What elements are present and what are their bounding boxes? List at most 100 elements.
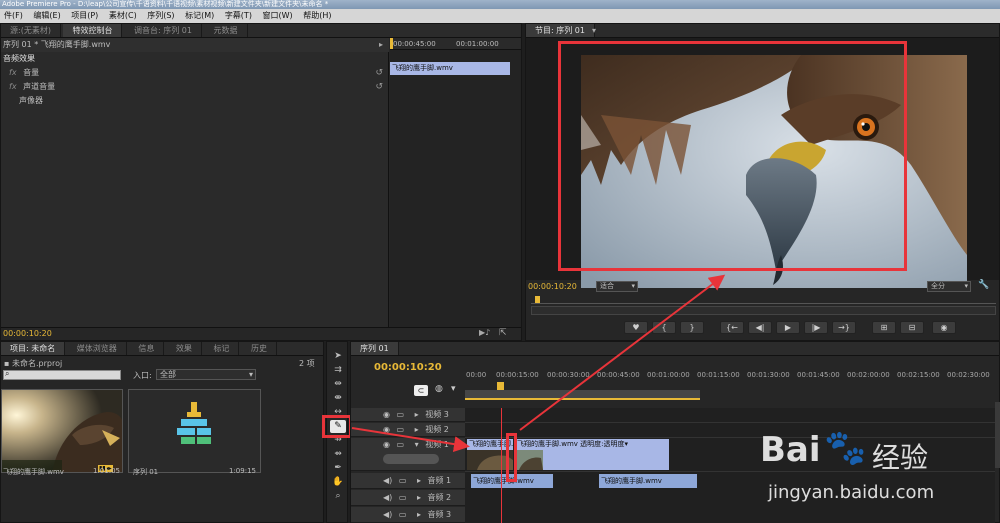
track-video-1[interactable]: ◉ ▭ ▾ 视频 1 xyxy=(351,438,465,471)
menu-window[interactable]: 窗口(W) xyxy=(259,11,297,20)
wrench-icon[interactable]: 🔧 xyxy=(978,280,989,290)
expand-arrow-icon[interactable]: ▸ xyxy=(417,476,421,485)
effect-timecode[interactable]: 00:00:10:20 xyxy=(3,329,52,338)
effect-volume[interactable]: fx 音量 ↺ xyxy=(1,66,389,80)
selection-tool-icon[interactable]: ➤ xyxy=(330,350,346,363)
project-panel: 项目: 未命名 媒体浏览器 信息 效果 标记 历史 ▪ 未命名.prproj 2… xyxy=(0,341,324,523)
tab-markers[interactable]: 标记 xyxy=(204,342,240,355)
program-tabs: 节目: 序列 01 ▾ xyxy=(526,24,999,38)
menu-title[interactable]: 字幕(T) xyxy=(221,11,256,20)
menu-clip[interactable]: 素材(C) xyxy=(105,11,141,20)
tab-media-browser[interactable]: 媒体浏览器 xyxy=(68,342,127,355)
link-icon[interactable]: ◍ xyxy=(435,384,443,394)
effect-panner[interactable]: 声像器 xyxy=(1,94,389,108)
search-input[interactable]: ⌕ xyxy=(3,369,121,380)
menu-sequence[interactable]: 序列(S) xyxy=(143,11,178,20)
tab-effect-controls[interactable]: 特效控制台 xyxy=(63,24,123,37)
menu-help[interactable]: 帮助(H) xyxy=(299,11,335,20)
playhead-marker[interactable] xyxy=(535,296,540,303)
speaker-icon[interactable]: ◀) xyxy=(383,510,392,519)
marker-button[interactable]: ♥ xyxy=(624,321,648,334)
reset-icon[interactable]: ↺ xyxy=(375,80,383,94)
export-icon[interactable]: ⇱ xyxy=(499,328,507,338)
lift-button[interactable]: ⊞ xyxy=(872,321,896,334)
playhead-marker[interactable] xyxy=(390,38,393,49)
audio-clip-2[interactable]: 飞翔的鹰手脚.wmv xyxy=(599,474,697,488)
tab-history[interactable]: 历史 xyxy=(242,342,277,355)
reset-icon[interactable]: ↺ xyxy=(375,66,383,80)
expand-arrow-icon[interactable]: ▸ xyxy=(417,510,421,519)
rolling-edit-tool-icon[interactable]: ⇼ xyxy=(330,392,346,405)
tab-metadata[interactable]: 元数据 xyxy=(205,24,248,37)
program-scrub-bar[interactable] xyxy=(531,296,996,304)
tab-effects[interactable]: 效果 xyxy=(167,342,202,355)
expand-arrow-icon[interactable]: ▸ xyxy=(379,38,383,52)
marker-icon[interactable]: ▾ xyxy=(451,384,456,394)
pen-tool-icon[interactable]: ✒ xyxy=(330,462,346,475)
tab-source[interactable]: 源:(无素材) xyxy=(1,24,61,37)
project-item-sequence[interactable] xyxy=(128,389,261,473)
track-area[interactable]: 飞翔的鹰手脚.wmv 透明度:透明度▾ 飞翔的鹰手脚.wmv 透明度:透明度▾ … xyxy=(465,408,995,523)
video-clip-2[interactable]: 飞翔的鹰手脚.wmv 透明度:透明度▾ xyxy=(515,439,669,470)
expand-arrow-icon[interactable]: ▸ xyxy=(417,493,421,502)
export-frame-button[interactable]: ◉ xyxy=(932,321,956,334)
chevron-down-icon[interactable]: ▾ xyxy=(592,26,596,35)
speaker-icon[interactable]: ◀) xyxy=(383,493,392,502)
tab-program[interactable]: 节目: 序列 01 xyxy=(526,24,595,37)
menu-marker[interactable]: 标记(M) xyxy=(181,11,218,20)
expand-arrow-icon[interactable]: ▸ xyxy=(415,425,419,434)
tab-info[interactable]: 信息 xyxy=(129,342,165,355)
keyframe-control[interactable] xyxy=(383,454,439,464)
eye-icon[interactable]: ◉ xyxy=(383,410,390,419)
menu-project[interactable]: 项目(P) xyxy=(67,11,102,20)
slide-tool-icon[interactable]: ⇴ xyxy=(330,448,346,461)
timeline-timecode[interactable]: 00:00:10:20 xyxy=(374,362,442,373)
quality-select[interactable]: 全分 ▾ xyxy=(927,281,971,292)
annotation-box xyxy=(322,415,352,438)
program-viewer[interactable] xyxy=(526,38,999,288)
extract-button[interactable]: ⊟ xyxy=(900,321,924,334)
clip-duration: 1:01:05 xyxy=(93,467,120,475)
zoom-tool-icon[interactable]: ⌕ xyxy=(330,490,346,503)
expand-arrow-icon[interactable]: ▸ xyxy=(415,410,419,419)
play-button[interactable]: ▶ xyxy=(776,321,800,334)
eye-icon[interactable]: ◉ xyxy=(383,425,390,434)
speaker-icon[interactable]: ◀) xyxy=(383,476,392,485)
menu-edit[interactable]: 编辑(E) xyxy=(29,11,64,20)
mark-out-button[interactable]: } xyxy=(680,321,704,334)
fit-select[interactable]: 适合 ▾ xyxy=(596,281,638,292)
track-video-2[interactable]: ◉ ▭ ▸ 视频 2 xyxy=(351,423,465,437)
project-item-clip[interactable]: ▮▮◂▸ xyxy=(1,389,123,473)
ripple-edit-tool-icon[interactable]: ⇹ xyxy=(330,378,346,391)
hand-tool-icon[interactable]: ✋ xyxy=(330,476,346,489)
menu-file[interactable]: 件(F) xyxy=(0,11,27,20)
track-audio-3[interactable]: ◀) ▭ ▸ 音频 3 xyxy=(351,507,465,523)
track-audio-2[interactable]: ◀) ▭ ▸ 音频 2 xyxy=(351,490,465,506)
vertical-scrollbar[interactable] xyxy=(995,402,1000,468)
eye-icon[interactable]: ◉ xyxy=(383,440,390,449)
playhead-marker[interactable] xyxy=(497,382,504,390)
go-to-out-button[interactable]: →} xyxy=(832,321,856,334)
step-forward-button[interactable]: |▶ xyxy=(804,321,828,334)
tab-sequence[interactable]: 序列 01 xyxy=(351,342,399,355)
effect-clip-bar[interactable]: 飞翔的鹰手脚.wmv xyxy=(390,62,510,75)
go-to-in-button[interactable]: {← xyxy=(720,321,744,334)
sequence-name: 序列 01 xyxy=(133,468,159,476)
program-timecode[interactable]: 00:00:10:20 xyxy=(528,282,577,291)
tab-audio-mixer[interactable]: 调音台: 序列 01 xyxy=(125,24,202,37)
effect-channel-volume[interactable]: fx 声道音量 ↺ xyxy=(1,80,389,94)
mark-in-button[interactable]: { xyxy=(652,321,676,334)
collapse-arrow-icon[interactable]: ▾ xyxy=(415,440,419,449)
play-audio-icon[interactable]: ▶♪ xyxy=(479,328,490,337)
step-back-button[interactable]: ◀| xyxy=(748,321,772,334)
snap-icon[interactable]: ⊂ xyxy=(414,385,428,396)
effect-ruler[interactable]: 00:00:45:00 00:01:00:00 xyxy=(390,38,521,50)
tab-project[interactable]: 项目: 未命名 xyxy=(1,342,66,355)
in-select[interactable]: 全部 ▾ xyxy=(156,369,256,380)
program-zoom-bar[interactable] xyxy=(531,306,996,315)
track-select-tool-icon[interactable]: ⇉ xyxy=(330,364,346,377)
time-ruler[interactable]: 00:00 00:00:15:00 00:00:30:00 00:00:45:0… xyxy=(465,364,1000,402)
work-area-bar[interactable] xyxy=(465,390,700,400)
track-video-3[interactable]: ◉ ▭ ▸ 视频 3 xyxy=(351,408,465,422)
track-audio-1[interactable]: ◀) ▭ ▸ 音频 1 xyxy=(351,473,465,489)
